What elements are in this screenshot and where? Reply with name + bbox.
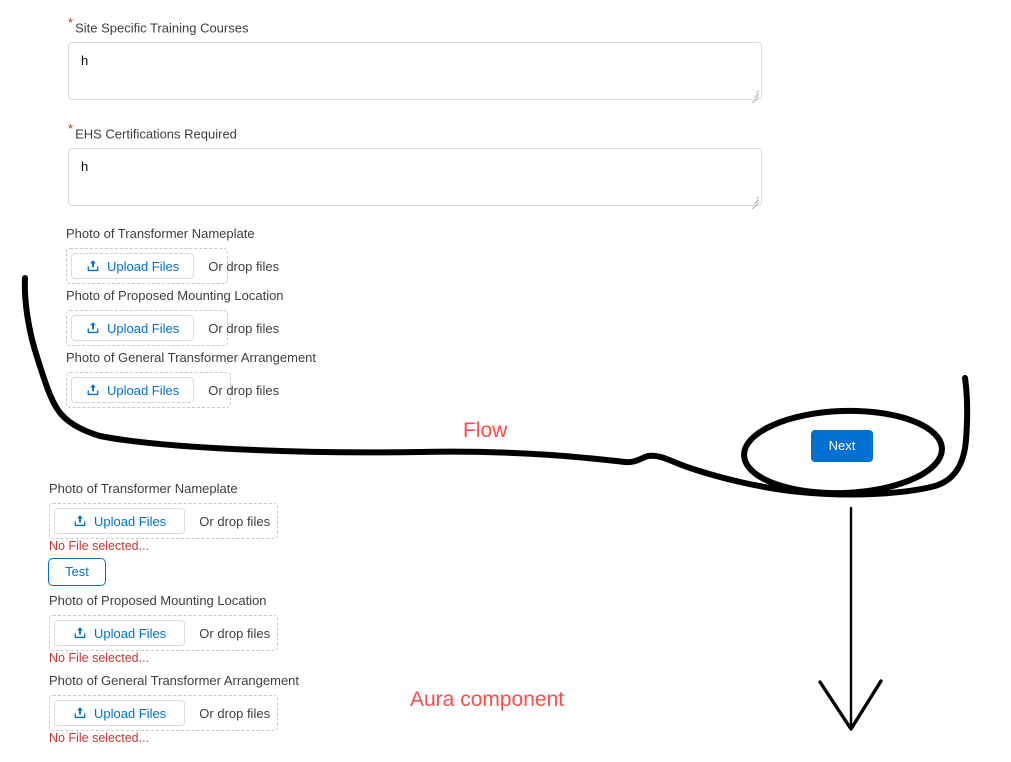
flow-upload-files-label: Upload Files [107, 320, 180, 336]
next-button[interactable]: Next [811, 430, 873, 462]
aura-drop-files-text-transformer-nameplate: Or drop files [199, 513, 271, 529]
aura-drop-files-text-proposed-mounting-location: Or drop files [199, 625, 271, 641]
aura-upload-files-label: Upload Files [94, 705, 167, 721]
ehs-certifications-required-textarea[interactable] [68, 148, 762, 207]
upload-icon [86, 259, 100, 273]
site-specific-training-courses-textarea[interactable] [68, 42, 762, 101]
flow-upload-files-label: Upload Files [107, 382, 180, 398]
flow-upload-proposed-mounting-location: Photo of Proposed Mounting Location Uplo… [66, 288, 284, 346]
aura-file-dropzone-general-transformer-arrangement[interactable]: Upload Files Or drop files [49, 695, 278, 731]
upload-icon [86, 383, 100, 397]
aura-upload-proposed-mounting-location: Photo of Proposed Mounting Location Uplo… [49, 593, 278, 651]
flow-file-dropzone-transformer-nameplate[interactable]: Upload Files Or drop files [66, 248, 279, 284]
aura-upload-files-label: Upload Files [94, 625, 167, 641]
test-button[interactable]: Test [48, 558, 106, 586]
field-site-specific-training-courses: * Site Specific Training Courses [68, 15, 762, 104]
aura-upload-files-button-general-transformer-arrangement[interactable]: Upload Files [54, 700, 186, 726]
flow-upload-transformer-nameplate: Photo of Transformer Nameplate Upload Fi… [66, 226, 279, 284]
field-label-site-specific-training-courses: * Site Specific Training Courses [68, 15, 249, 36]
upload-icon [73, 706, 87, 720]
flow-upload-files-button-proposed-mounting-location[interactable]: Upload Files [71, 315, 195, 341]
aura-file-dropzone-transformer-nameplate[interactable]: Upload Files Or drop files [49, 503, 278, 539]
aura-upload-general-transformer-arrangement: Photo of General Transformer Arrangement… [49, 673, 299, 731]
upload-icon [73, 626, 87, 640]
flow-upload-files-label: Upload Files [107, 258, 180, 274]
upload-icon [86, 321, 100, 335]
flow-drop-files-text-transformer-nameplate: Or drop files [208, 258, 280, 274]
aura-upload-label-general-transformer-arrangement: Photo of General Transformer Arrangement [49, 673, 300, 688]
flow-drop-files-text-general-transformer-arrangement: Or drop files [208, 382, 280, 398]
aura-file-status-general-transformer-arrangement: No File selected... [49, 731, 150, 745]
down-arrow-head-ink [818, 679, 883, 731]
field-ehs-certifications-required: * EHS Certifications Required [68, 121, 762, 210]
aura-upload-files-button-transformer-nameplate[interactable]: Upload Files [54, 508, 186, 534]
aura-upload-files-label: Upload Files [94, 513, 167, 529]
flow-drop-files-text-proposed-mounting-location: Or drop files [208, 320, 280, 336]
aura-file-status-proposed-mounting-location: No File selected... [49, 651, 150, 665]
aura-upload-label-proposed-mounting-location: Photo of Proposed Mounting Location [49, 593, 267, 608]
field-label-ehs-certifications-required: * EHS Certifications Required [68, 121, 237, 142]
aura-file-dropzone-proposed-mounting-location[interactable]: Upload Files Or drop files [49, 615, 278, 651]
aura-file-status-transformer-nameplate: No File selected... [49, 539, 150, 553]
required-asterisk: * [68, 121, 74, 136]
flow-upload-files-button-transformer-nameplate[interactable]: Upload Files [71, 253, 195, 279]
flow-file-dropzone-general-transformer-arrangement[interactable]: Upload Files Or drop files [66, 372, 279, 408]
flow-upload-files-button-general-transformer-arrangement[interactable]: Upload Files [71, 377, 195, 403]
flow-file-dropzone-proposed-mounting-location[interactable]: Upload Files Or drop files [66, 310, 279, 346]
flow-upload-label-proposed-mounting-location: Photo of Proposed Mounting Location [66, 288, 284, 303]
flow-upload-label-transformer-nameplate: Photo of Transformer Nameplate [66, 226, 255, 241]
annotation-aura-component-label: Aura component [410, 688, 565, 711]
aura-upload-files-button-proposed-mounting-location[interactable]: Upload Files [54, 620, 186, 646]
annotation-flow-label: Flow [463, 419, 508, 442]
aura-upload-label-transformer-nameplate: Photo of Transformer Nameplate [49, 481, 238, 496]
flow-upload-general-transformer-arrangement: Photo of General Transformer Arrangement… [66, 350, 316, 408]
aura-drop-files-text-general-transformer-arrangement: Or drop files [199, 705, 271, 721]
required-asterisk: * [68, 15, 74, 30]
aura-upload-transformer-nameplate: Photo of Transformer Nameplate Upload Fi… [49, 481, 278, 539]
upload-icon [73, 514, 87, 528]
flow-upload-label-general-transformer-arrangement: Photo of General Transformer Arrangement [66, 350, 317, 365]
